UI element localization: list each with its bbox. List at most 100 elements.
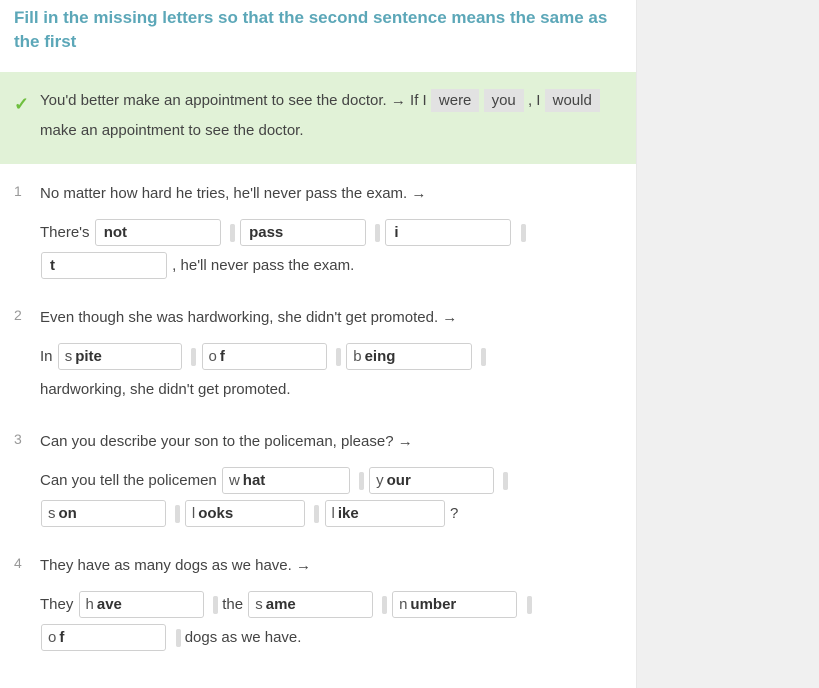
- blank-input[interactable]: [220, 348, 320, 365]
- question-content: Even though she was hardworking, she did…: [40, 306, 622, 406]
- blank-2[interactable]: o: [202, 343, 327, 371]
- answer-pretext: Can you tell the policemen: [40, 472, 221, 489]
- question-2: 2 Even though she was hardworking, she d…: [14, 306, 622, 406]
- blank-prefix: s: [65, 348, 74, 365]
- blank-input[interactable]: [243, 472, 343, 489]
- blank-prefix: l: [192, 505, 196, 522]
- drag-handle-icon[interactable]: [527, 596, 532, 614]
- answer-line-1: They h the s n: [40, 588, 622, 621]
- blank-prefix: o: [209, 348, 218, 365]
- blank-prefix: b: [353, 348, 362, 365]
- blank-input[interactable]: [104, 224, 214, 241]
- blank-prefix: o: [48, 629, 57, 646]
- example-answer-2: you: [484, 89, 524, 112]
- answer-posttext: ?: [450, 505, 458, 522]
- drag-handle-icon[interactable]: [503, 472, 508, 490]
- example-text: You'd better make an appointment to see …: [40, 89, 600, 139]
- blank-1[interactable]: s: [58, 343, 183, 371]
- answer-pretext: They: [40, 596, 78, 613]
- blank-1[interactable]: w: [222, 467, 350, 495]
- question-number: 3: [14, 430, 40, 530]
- instruction-heading: Fill in the missing letters so that the …: [0, 0, 636, 72]
- answer-line-1: Can you tell the policemen w y: [40, 464, 622, 497]
- answer-pretext: There's: [40, 224, 94, 241]
- main-content: Fill in the missing letters so that the …: [0, 0, 636, 688]
- answer-midtext: the: [222, 596, 247, 613]
- blank-input[interactable]: [75, 348, 175, 365]
- drag-handle-icon[interactable]: [336, 348, 341, 366]
- blank-3[interactable]: b: [346, 343, 471, 371]
- drag-handle-icon[interactable]: [314, 505, 319, 523]
- blank-prefix: w: [229, 472, 241, 489]
- answer-pretext: In: [40, 348, 57, 365]
- check-icon: ✓: [14, 86, 29, 122]
- blank-input[interactable]: [410, 596, 510, 613]
- blank-prefix: n: [399, 596, 408, 613]
- blank-input[interactable]: [59, 505, 159, 522]
- question-3: 3 Can you describe your son to the polic…: [14, 430, 622, 530]
- drag-handle-icon[interactable]: [481, 348, 486, 366]
- blank-input[interactable]: [338, 505, 438, 522]
- blank-prefix: l: [332, 505, 336, 522]
- example-answer-1: were: [431, 89, 480, 112]
- question-prompt: No matter how hard he tries, he'll never…: [40, 182, 622, 206]
- blank-input[interactable]: [394, 224, 504, 241]
- blank-4[interactable]: l: [185, 500, 305, 528]
- answer-posttext: , he'll never pass the exam.: [172, 257, 354, 274]
- blank-input[interactable]: [387, 472, 487, 489]
- drag-handle-icon[interactable]: [521, 224, 526, 242]
- question-prompt: Can you describe your son to the policem…: [40, 430, 622, 454]
- question-number: 1: [14, 182, 40, 282]
- answer-posttext: dogs as we have.: [185, 629, 302, 646]
- blank-3[interactable]: [385, 219, 511, 247]
- right-sidebar: [636, 0, 819, 688]
- blank-input[interactable]: [249, 224, 359, 241]
- drag-handle-icon[interactable]: [213, 596, 218, 614]
- question-content: No matter how hard he tries, he'll never…: [40, 182, 622, 282]
- drag-handle-icon[interactable]: [191, 348, 196, 366]
- blank-input[interactable]: [59, 629, 159, 646]
- drag-handle-icon[interactable]: [230, 224, 235, 242]
- blank-5[interactable]: l: [325, 500, 445, 528]
- blank-2[interactable]: s: [248, 591, 373, 619]
- drag-handle-icon[interactable]: [382, 596, 387, 614]
- blank-1[interactable]: h: [79, 591, 204, 619]
- blank-prefix: y: [376, 472, 385, 489]
- blank-2[interactable]: [240, 219, 366, 247]
- answer-line-1: In s o b: [40, 340, 622, 373]
- blank-4[interactable]: o: [41, 624, 166, 652]
- question-1: 1 No matter how hard he tries, he'll nev…: [14, 182, 622, 282]
- example-gap2: , I: [528, 92, 545, 109]
- blank-prefix: s: [255, 596, 264, 613]
- example-part1: You'd better make an appointment to see …: [40, 92, 431, 109]
- blank-prefix: s: [48, 505, 57, 522]
- drag-handle-icon[interactable]: [375, 224, 380, 242]
- drag-handle-icon[interactable]: [359, 472, 364, 490]
- drag-handle-icon[interactable]: [176, 629, 181, 647]
- blank-input[interactable]: [50, 257, 160, 274]
- question-number: 2: [14, 306, 40, 406]
- blank-2[interactable]: y: [369, 467, 494, 495]
- questions-list: 1 No matter how hard he tries, he'll nev…: [0, 164, 636, 688]
- drag-handle-icon[interactable]: [175, 505, 180, 523]
- blank-input[interactable]: [198, 505, 298, 522]
- blank-input[interactable]: [97, 596, 197, 613]
- answer-line-2: o dogs as we have.: [40, 621, 622, 654]
- question-prompt: Even though she was hardworking, she did…: [40, 306, 622, 330]
- blank-prefix: h: [86, 596, 95, 613]
- answer-line-2: , he'll never pass the exam.: [40, 249, 622, 282]
- blank-4[interactable]: [41, 252, 167, 280]
- question-4: 4 They have as many dogs as we have. → T…: [14, 554, 622, 654]
- example-block: ✓ You'd better make an appointment to se…: [0, 72, 636, 164]
- blank-1[interactable]: [95, 219, 221, 247]
- question-number: 4: [14, 554, 40, 654]
- blank-input[interactable]: [365, 348, 465, 365]
- example-answer-3: would: [545, 89, 600, 112]
- blank-3[interactable]: n: [392, 591, 517, 619]
- answer-line-1: There's: [40, 216, 622, 249]
- answer-line-2: s l l ?: [40, 497, 622, 530]
- blank-3[interactable]: s: [41, 500, 166, 528]
- question-content: Can you describe your son to the policem…: [40, 430, 622, 530]
- blank-input[interactable]: [266, 596, 366, 613]
- example-part2: make an appointment to see the doctor.: [40, 122, 304, 139]
